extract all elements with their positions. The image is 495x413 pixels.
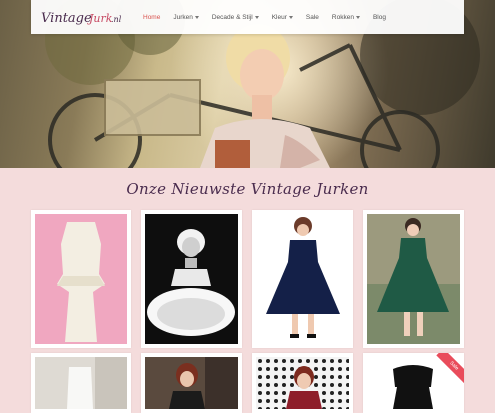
nav-menu: Home Jurken Decade & Stijl Kleur Sale Ro… [143,14,399,21]
nav-item-blog[interactable]: Blog [373,14,386,21]
product-image-white-dress-bedroom[interactable] [35,357,127,409]
nav-item-decade-stijl[interactable]: Decade & Stijl [212,14,259,21]
chevron-down-icon [254,15,259,19]
chevron-down-icon [288,15,293,19]
nav-item-rokken[interactable]: Rokken [332,14,360,21]
product-card[interactable] [31,353,131,413]
product-card[interactable] [252,210,353,348]
chevron-down-icon [194,15,199,19]
product-image-cream-peplum-dress[interactable] [35,214,127,344]
product-card[interactable] [141,353,242,413]
svg-text:.nl: .nl [111,15,122,24]
product-image-green-swing-dress[interactable] [367,214,460,344]
nav-label-home: Home [143,13,161,21]
product-image-marilyn-tulle-dress-photo[interactable] [145,214,238,344]
main-navbar: Vintage Jurk .nl Home Jurken Decade & St… [31,0,464,34]
nav-label-decade-stijl: Decade & Stijl [211,13,253,21]
nav-item-kleur[interactable]: Kleur [272,14,293,21]
product-image-navy-swing-dress[interactable] [256,214,349,344]
svg-text:Vintage: Vintage [41,11,92,26]
nav-item-home[interactable]: Home [143,14,160,21]
nav-item-sale[interactable]: Sale [306,14,319,21]
product-card[interactable]: Sale [363,353,464,413]
nav-label-kleur: Kleur [271,13,287,21]
nav-item-jurken[interactable]: Jurken [173,14,199,21]
nav-label-rokken: Rokken [331,13,354,21]
product-image-red-haired-model-dress[interactable] [145,357,238,409]
nav-label-sale: Sale [305,13,319,21]
product-card[interactable] [141,210,242,348]
nav-label-jurken: Jurken [173,13,193,21]
product-image-polka-dot-backdrop-dress[interactable] [256,357,349,409]
chevron-down-icon [355,15,360,19]
section-title: Onze Nieuwste Vintage Jurken [126,180,369,198]
product-card[interactable] [31,210,131,348]
site-logo[interactable]: Vintage Jurk .nl [39,5,123,29]
svg-text:Jurk: Jurk [87,12,113,25]
product-card[interactable] [252,353,353,413]
nav-label-blog: Blog [372,13,386,21]
product-card[interactable] [363,210,464,348]
